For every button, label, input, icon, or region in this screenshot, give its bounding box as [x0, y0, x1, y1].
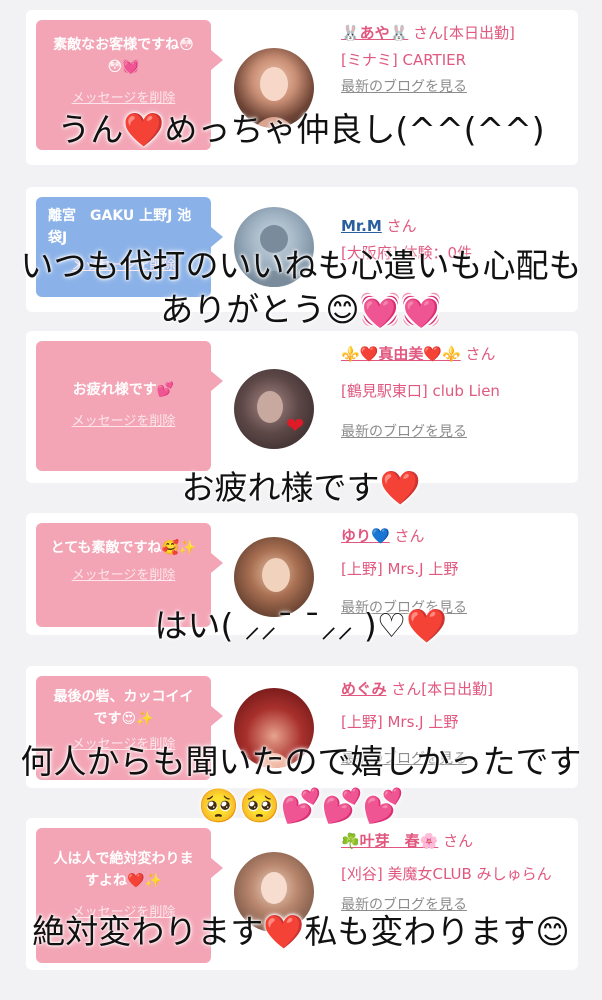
message-text: 人は人で絶対変わりますよね❤️✨ — [53, 851, 194, 889]
shop-label: [鶴見駅東口] club Lien — [341, 382, 500, 400]
delete-message-link[interactable]: メッセージを削除 — [48, 411, 199, 433]
delete-message-link[interactable]: メッセージを削除 — [48, 88, 199, 110]
shop-label: [上野] Mrs.J 上野 — [341, 713, 459, 731]
cast-name-link[interactable]: ⚜️❤️真由美❤️⚜️ — [341, 345, 461, 363]
san-suffix: さん — [465, 345, 496, 363]
reply-caption: はい( ⸝⸝¯ ¯⸝⸝ )♡❤️ — [154, 606, 448, 645]
cast-name-link[interactable]: 🐰あや🐰 — [341, 24, 408, 42]
avatar[interactable]: ❤ — [234, 369, 314, 449]
san-suffix: さん — [386, 217, 417, 235]
san-suffix: さん — [394, 527, 425, 545]
message-card: お疲れ様です💕 メッセージを削除 ❤ ⚜️❤️真由美❤️⚜️ さん [鶴見駅東口… — [26, 331, 578, 483]
latest-blog-link[interactable]: 最新のブログを見る — [341, 419, 573, 446]
message-text: 最後の砦、カッコイイです😍✨ — [53, 689, 194, 727]
cast-name-link[interactable]: めぐみ — [341, 680, 386, 698]
san-suffix: さん — [443, 832, 474, 850]
svg-text:❤: ❤ — [286, 414, 304, 439]
delete-message-link[interactable]: メッセージを削除 — [48, 565, 199, 587]
message-text: 素敵なお客様ですね😳😳💓 — [53, 37, 194, 75]
cast-name-link[interactable]: ゆり💙 — [341, 527, 390, 545]
latest-blog-link[interactable]: 最新のブログを見る — [341, 74, 573, 101]
cast-name-link[interactable]: ☘️叶芽 春🌸 — [341, 832, 438, 850]
message-text: とても素敵ですね🥰✨ — [50, 540, 197, 556]
san-suffix: さん[本日出勤] — [413, 24, 515, 42]
shop-label: [上野] Mrs.J 上野 — [341, 560, 459, 578]
reply-caption: いつも代打のいいねも心遣いも心配もありがとう😊💓💓 — [20, 246, 582, 329]
message-bubble: お疲れ様です💕 メッセージを削除 — [36, 341, 223, 471]
reply-caption: お疲れ様です❤️ — [181, 468, 421, 507]
message-text: お疲れ様です💕 — [72, 382, 175, 398]
shop-label: [ミナミ] CARTIER — [341, 51, 467, 69]
san-suffix: さん[本日出勤] — [391, 680, 493, 698]
reply-caption: 絶対変わります❤️私も変わります😊 — [32, 912, 570, 951]
reply-caption: 何人からも聞いたので嬉しかったです🥺🥺💕💕💕 — [20, 742, 582, 825]
shop-label: [刈谷] 美魔女CLUB みしゅらん — [341, 865, 552, 883]
reply-caption: うん❤️めっちゃ仲良し(^^(^^) — [57, 110, 545, 149]
user-name-link[interactable]: Mr.M — [341, 217, 382, 235]
message-text: 離宮 GAKU 上野J 池袋J — [48, 208, 192, 246]
